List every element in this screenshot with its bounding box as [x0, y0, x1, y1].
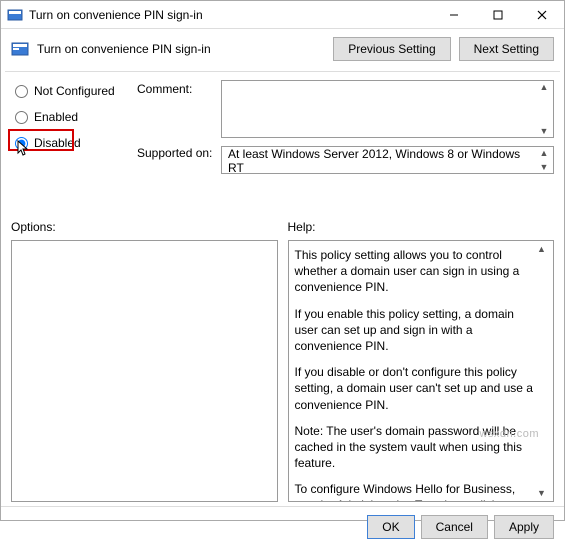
window-title: Turn on convenience PIN sign-in [29, 8, 432, 22]
comment-label: Comment: [137, 82, 215, 96]
help-label: Help: [288, 220, 555, 234]
help-scroll: ▲ ▼ [537, 243, 551, 499]
supported-field: At least Windows Server 2012, Windows 8 … [221, 146, 554, 174]
radio-input-disabled[interactable] [15, 137, 28, 150]
help-p2: If you enable this policy setting, a dom… [295, 306, 534, 355]
help-p3: If you disable or don't configure this p… [295, 364, 534, 413]
next-setting-button[interactable]: Next Setting [459, 37, 554, 61]
nav-buttons: Previous Setting Next Setting [333, 37, 554, 61]
supported-text: At least Windows Server 2012, Windows 8 … [228, 147, 533, 175]
previous-setting-button[interactable]: Previous Setting [333, 37, 450, 61]
scroll-up-icon[interactable]: ▲ [537, 83, 551, 91]
help-box: This policy setting allows you to contro… [288, 240, 555, 502]
supported-scroll: ▲ ▼ [537, 149, 551, 171]
title-bar: Turn on convenience PIN sign-in [1, 1, 564, 29]
lower-panes: Options: Help: This policy setting allow… [1, 214, 564, 502]
header-row: Turn on convenience PIN sign-in Previous… [1, 29, 564, 71]
comment-field[interactable]: ▲ ▼ [221, 80, 554, 138]
maximize-button[interactable] [476, 1, 520, 29]
config-area: Not Configured Enabled Disabled Comment:… [1, 72, 564, 214]
policy-title: Turn on convenience PIN sign-in [37, 42, 333, 56]
supported-label: Supported on: [137, 146, 215, 160]
radio-label-enabled[interactable]: Enabled [34, 110, 78, 124]
radio-not-configured[interactable]: Not Configured [11, 82, 131, 100]
scroll-up-icon[interactable]: ▲ [537, 243, 551, 255]
close-button[interactable] [520, 1, 564, 29]
state-radios: Not Configured Enabled Disabled [11, 80, 131, 210]
minimize-button[interactable] [432, 1, 476, 29]
radio-enabled[interactable]: Enabled [11, 108, 131, 126]
cancel-button[interactable]: Cancel [421, 515, 488, 539]
help-p1: This policy setting allows you to contro… [295, 247, 534, 296]
label-column: Comment: Supported on: [137, 80, 215, 210]
watermark: wsxdn.com [479, 428, 539, 440]
policy-icon [11, 40, 29, 58]
options-box [11, 240, 278, 502]
fields-column: ▲ ▼ At least Windows Server 2012, Window… [221, 80, 554, 210]
app-icon [7, 7, 23, 23]
options-column: Options: [11, 220, 278, 502]
scroll-down-icon[interactable]: ▼ [537, 127, 551, 135]
radio-input-enabled[interactable] [15, 111, 28, 124]
window-controls [432, 1, 564, 29]
radio-label-not-configured[interactable]: Not Configured [34, 84, 115, 98]
footer: OK Cancel Apply [1, 506, 564, 547]
scroll-down-icon[interactable]: ▼ [537, 487, 551, 499]
options-label: Options: [11, 220, 278, 234]
scroll-down-icon[interactable]: ▼ [537, 163, 551, 171]
comment-scroll: ▲ ▼ [537, 83, 551, 135]
scroll-up-icon[interactable]: ▲ [537, 149, 551, 157]
ok-button[interactable]: OK [367, 515, 414, 539]
radio-disabled[interactable]: Disabled [11, 134, 131, 152]
help-p5: To configure Windows Hello for Business,… [295, 481, 534, 502]
help-column: Help: This policy setting allows you to … [288, 220, 555, 502]
radio-input-not-configured[interactable] [15, 85, 28, 98]
radio-label-disabled[interactable]: Disabled [34, 136, 81, 150]
apply-button[interactable]: Apply [494, 515, 554, 539]
